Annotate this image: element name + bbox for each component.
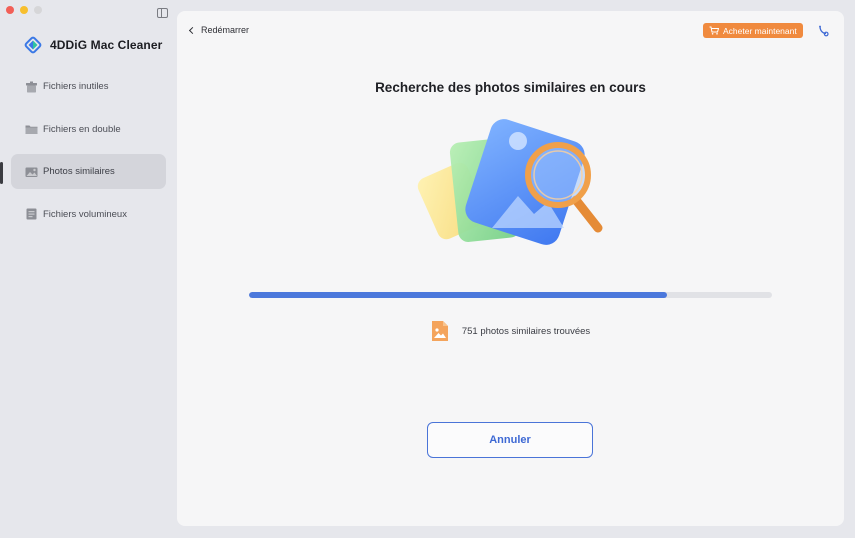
sidebar-item-similar-photos[interactable]: Photos similaires — [11, 154, 166, 189]
photo-icon — [25, 167, 38, 177]
cart-icon — [709, 26, 719, 35]
cancel-button[interactable]: Annuler — [427, 422, 593, 458]
sidebar-nav: Fichiers inutiles Fichiers en double Pho… — [11, 69, 166, 239]
sidebar-item-label: Fichiers inutiles — [43, 81, 109, 92]
app-brand: 4DDiG Mac Cleaner — [24, 36, 162, 54]
sidebar-item-label: Fichiers volumineux — [43, 208, 127, 220]
scan-progress-bar — [249, 292, 772, 298]
found-photos-text: 751 photos similaires trouvées — [461, 325, 591, 337]
sidebar-item-label: Photos similaires — [43, 166, 115, 177]
junk-files-icon — [26, 81, 37, 92]
page-title: Recherche des photos similaires en cours — [375, 80, 646, 95]
main-panel: Redémarrer Acheter maintenant Recherche … — [177, 11, 844, 526]
sidebar-item-junk-files[interactable]: Fichiers inutiles — [11, 69, 166, 104]
restart-button[interactable]: Redémarrer — [188, 25, 250, 35]
minimize-window-button[interactable] — [20, 6, 28, 14]
sidebar-toggle-icon[interactable] — [157, 8, 168, 18]
sidebar-item-duplicate-files[interactable]: Fichiers en double — [11, 112, 166, 147]
photo-search-illustration — [417, 119, 603, 245]
restart-label: Redémarrer — [201, 25, 250, 35]
sidebar-item-large-files[interactable]: Fichiers volumineux — [11, 197, 166, 232]
image-file-icon — [431, 321, 448, 341]
active-item-marker — [0, 162, 3, 184]
app-name: 4DDiG Mac Cleaner — [50, 38, 163, 52]
chevron-left-icon — [188, 26, 197, 35]
close-window-button[interactable] — [6, 6, 14, 14]
sidebar-item-label: Fichiers en double — [43, 123, 121, 135]
window-controls — [6, 6, 42, 14]
scan-progress-fill — [249, 292, 668, 298]
buy-now-label: Acheter maintenant — [723, 25, 797, 36]
folder-icon — [25, 125, 38, 134]
support-icon[interactable] — [818, 25, 829, 37]
4ddig-logo-icon — [24, 36, 42, 54]
maximize-window-button[interactable] — [34, 6, 42, 14]
large-file-icon — [26, 208, 37, 220]
found-photos-status: 751 photos similaires trouvées — [177, 320, 844, 342]
buy-now-button[interactable]: Acheter maintenant — [703, 23, 803, 38]
app-window: 4DDiG Mac Cleaner Fichiers inutiles Fich… — [0, 0, 855, 538]
